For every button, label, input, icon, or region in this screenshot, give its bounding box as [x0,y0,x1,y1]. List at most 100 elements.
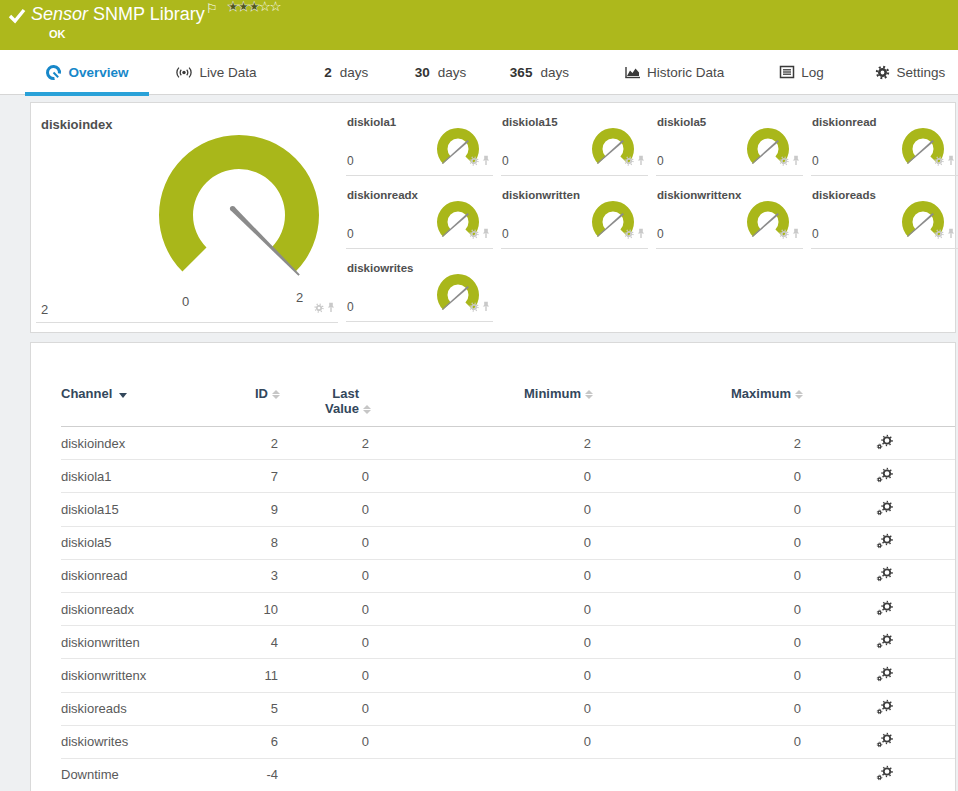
channel-minimum: 0 [369,460,591,493]
gauge-value: 2 [41,302,48,317]
stars-empty: ☆☆ [259,0,280,14]
pin-icon[interactable] [482,152,490,170]
channel-row[interactable]: diskionwrittenx 11 0 0 0 [61,659,955,692]
channel-minimum: 0 [369,725,591,758]
channel-settings-icon[interactable] [876,769,894,784]
pin-icon[interactable] [947,152,955,170]
tab-settings[interactable]: Settings [863,50,958,95]
channel-row[interactable]: diskiowrites 6 0 0 0 [61,725,955,758]
channel-settings-icon[interactable] [876,670,894,685]
tab-log[interactable]: Log [768,50,835,95]
channel-name: diskiola15 [61,493,201,526]
tab-live-data[interactable]: Live Data [159,50,273,95]
tab-label: days [540,65,569,80]
channel-maximum: 2 [591,427,801,460]
gauge-cell: diskiowrites 0 [346,259,493,322]
pin-icon[interactable] [792,152,800,170]
gauge-title: diskiowrites [347,262,413,274]
channel-last-value: 2 [278,427,369,460]
gauge-title: diskionread [812,116,877,128]
pin-icon[interactable] [637,225,645,243]
channel-last-value: 0 [278,692,369,725]
channel-settings-icon[interactable] [876,604,894,619]
gear-icon[interactable] [624,225,634,243]
channel-row[interactable]: Downtime -4 [61,758,955,791]
channel-settings-icon[interactable] [876,438,894,453]
tab-label: days [438,65,467,80]
pin-icon[interactable] [637,152,645,170]
tab-label: days [340,65,369,80]
channel-row[interactable]: diskionwritten 4 0 0 0 [61,626,955,659]
channel-name: diskiola1 [61,460,201,493]
gauge-cell: diskiola5 0 [656,113,803,176]
tab-365-days[interactable]: 365 days [497,50,583,95]
column-header-minimum[interactable]: Minimum [369,384,591,427]
channel-row[interactable]: diskiola1 7 0 0 0 [61,460,955,493]
gear-icon[interactable] [469,298,479,316]
channel-id: 9 [201,493,278,526]
tab-number: 30 [415,65,430,80]
pin-icon[interactable] [947,225,955,243]
page-title: Sensor SNMP Library [31,4,205,25]
channel-name: diskionreadx [61,592,201,625]
tab-overview[interactable]: Overview [25,50,149,95]
gauge-title: diskioindex [41,117,113,132]
tab-historic-data[interactable]: Historic Data [612,50,736,95]
priority-stars[interactable]: ★★★☆☆ [227,0,280,14]
channel-row[interactable]: diskionreadx 10 0 0 0 [61,592,955,625]
gear-icon[interactable] [779,225,789,243]
gauge-min-label: 0 [182,294,189,309]
channel-row[interactable]: diskioreads 5 0 0 0 [61,692,955,725]
tab-2-days[interactable]: 2 days [308,50,384,95]
gauge-value: 0 [657,227,664,241]
channel-settings-icon[interactable] [876,471,894,486]
channel-minimum: 0 [369,626,591,659]
pin-icon[interactable] [792,225,800,243]
column-header-id[interactable]: ID [201,384,278,427]
channel-settings-icon[interactable] [876,703,894,718]
pin-icon[interactable] [482,298,490,316]
gear-icon[interactable] [934,225,944,243]
gear-icon[interactable] [779,152,789,170]
channel-id: 10 [201,592,278,625]
channel-name: diskiowrites [61,725,201,758]
gear-icon[interactable] [469,225,479,243]
channel-settings-icon[interactable] [876,537,894,552]
gauge-title: diskioreads [812,189,876,201]
gauge-value: 0 [502,227,509,241]
sensor-header: Sensor SNMP Library ⚐ ★★★☆☆ OK [0,0,958,50]
gauge-value: 0 [812,154,819,168]
column-header-channel[interactable]: Channel [61,384,201,427]
gauge-value: 0 [812,227,819,241]
channel-row[interactable]: diskiola15 9 0 0 0 [61,493,955,526]
pin-icon[interactable] [327,299,335,317]
channel-maximum: 0 [591,659,801,692]
flag-icon[interactable]: ⚐ [206,1,218,16]
gauge-cell: diskionwrittenx 0 [656,186,803,249]
channel-last-value: 0 [278,460,369,493]
gear-icon[interactable] [934,152,944,170]
gear-icon[interactable] [314,299,324,317]
stars-filled: ★★★ [227,0,259,14]
channel-settings-icon[interactable] [876,637,894,652]
gear-icon[interactable] [624,152,634,170]
channel-last-value: 0 [278,493,369,526]
channel-settings-icon[interactable] [876,736,894,751]
channel-settings-icon[interactable] [876,504,894,519]
column-header-maximum[interactable]: Maximum [591,384,801,427]
gauge-cell-primary: diskioindex 0 2 2 [36,109,338,323]
gear-icon[interactable] [469,152,479,170]
channel-row[interactable]: diskioindex 2 2 2 2 [61,427,955,460]
channel-minimum: 2 [369,427,591,460]
channel-settings-icon[interactable] [876,570,894,585]
channel-id: 11 [201,659,278,692]
channel-id: 6 [201,725,278,758]
pin-icon[interactable] [482,225,490,243]
title-prefix: Sensor [31,4,88,24]
tab-30-days[interactable]: 30 days [402,50,478,95]
channel-row[interactable]: diskionread 3 0 0 0 [61,559,955,592]
channel-row[interactable]: diskiola5 8 0 0 0 [61,526,955,559]
column-header-last-value[interactable]: LastValue [278,384,369,427]
channel-id: 7 [201,460,278,493]
tab-label: Log [801,65,824,80]
